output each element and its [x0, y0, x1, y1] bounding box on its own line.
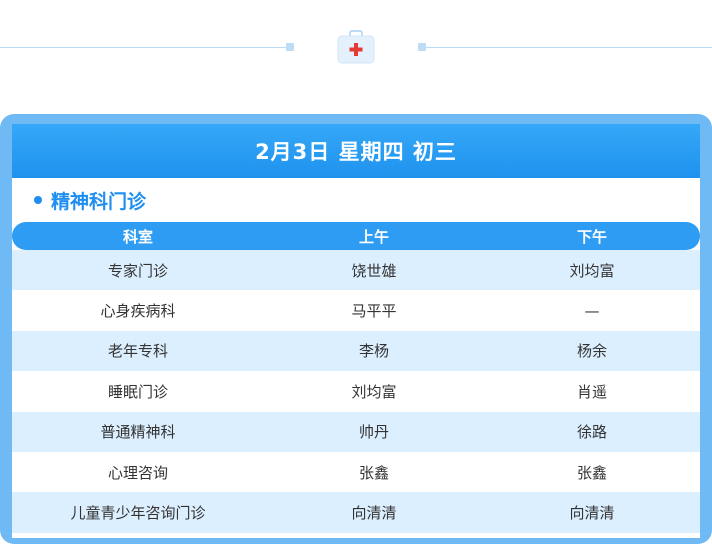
cell-department: 普通精神科 — [100, 423, 176, 442]
medical-kit-icon — [337, 30, 375, 64]
cell-morning: 刘均富 — [351, 382, 397, 401]
bullet-dot-icon — [34, 196, 42, 204]
divider-line-right — [426, 47, 712, 48]
cell-morning: 帅丹 — [358, 423, 389, 442]
schedule-card: 2月3日 星期四 初三 精神科门诊 科室 上午 下午 专家门诊 饶世雄 刘均富 心身疾… — [0, 114, 712, 544]
cell-afternoon: — — [584, 301, 600, 320]
cell-department: 专家门诊 — [107, 261, 168, 280]
cell-morning: 马平平 — [351, 302, 397, 321]
table-body: 专家门诊 饶世雄 刘均富 心身疾病科 马平平 — 老年专科 李杨 杨余 睡眠门诊 刘均富 肖遥 普通精神… — [12, 250, 700, 533]
divider-dot-left — [286, 43, 294, 51]
column-header-afternoon: 下午 — [576, 227, 607, 246]
cell-morning: 张鑫 — [358, 463, 389, 482]
table-row: 心理咨询 张鑫 张鑫 — [12, 452, 700, 492]
cell-department: 心理咨询 — [107, 463, 168, 482]
department-title-text: 精神科门诊 — [51, 190, 147, 213]
cell-afternoon: 张鑫 — [576, 463, 607, 482]
top-divider — [0, 0, 712, 100]
department-title: 精神科门诊 — [12, 178, 700, 222]
table-row: 专家门诊 饶世雄 刘均富 — [12, 250, 700, 291]
date-header: 2月3日 星期四 初三 — [12, 124, 700, 178]
cell-morning: 向清清 — [351, 504, 397, 523]
divider-line-left — [0, 47, 286, 48]
table-row: 普通精神科 帅丹 徐路 — [12, 411, 700, 452]
divider-dot-right — [418, 43, 426, 51]
cell-department: 睡眠门诊 — [107, 382, 168, 401]
cell-morning: 李杨 — [358, 342, 389, 361]
column-header-morning: 上午 — [358, 227, 389, 246]
table-row: 老年专科 李杨 杨余 — [12, 330, 700, 372]
cell-afternoon: 向清清 — [569, 504, 615, 523]
table-row: 睡眠门诊 刘均富 肖遥 — [12, 371, 700, 411]
schedule-card-inner: 2月3日 星期四 初三 精神科门诊 科室 上午 下午 专家门诊 饶世雄 刘均富 心身疾… — [12, 124, 700, 538]
cell-morning: 饶世雄 — [351, 261, 397, 280]
table-header: 科室 上午 下午 — [12, 222, 700, 250]
cell-department: 儿童青少年咨询门诊 — [70, 504, 206, 523]
cell-department: 心身疾病科 — [100, 302, 176, 321]
table-row: 心身疾病科 马平平 — — [12, 290, 700, 330]
cell-afternoon: 徐路 — [576, 423, 607, 442]
cell-afternoon: 肖遥 — [576, 382, 607, 401]
cell-afternoon: 杨余 — [576, 342, 607, 361]
table-row: 儿童青少年咨询门诊 向清清 向清清 — [12, 492, 700, 533]
cell-afternoon: 刘均富 — [569, 261, 615, 280]
column-header-department: 科室 — [122, 227, 153, 246]
cell-department: 老年专科 — [107, 342, 168, 361]
